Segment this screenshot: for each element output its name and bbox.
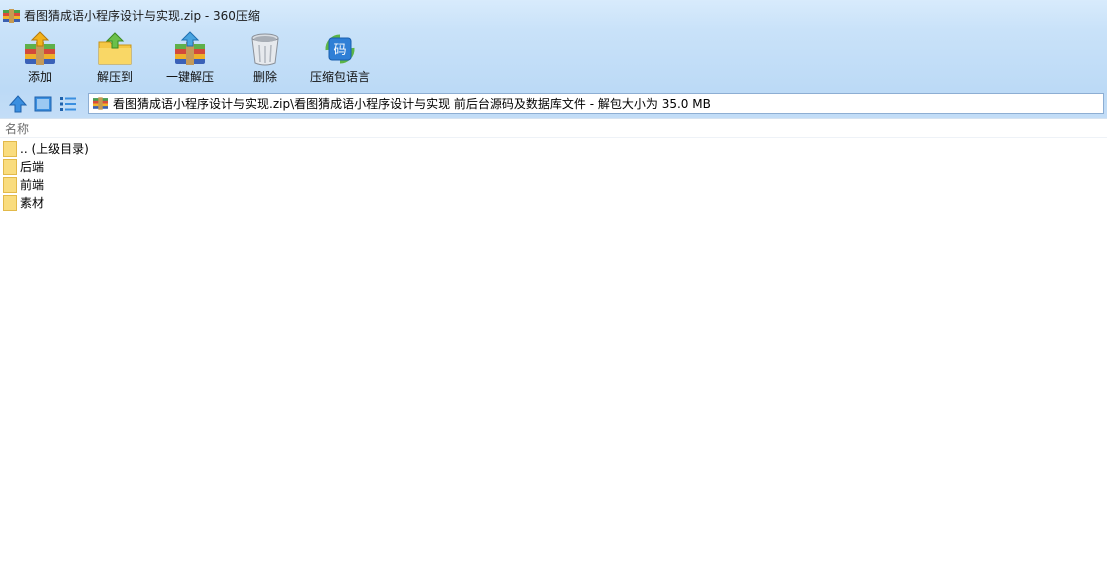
path-field[interactable]: 看图猜成语小程序设计与实现.zip\看图猜成语小程序设计与实现 前后台源码及数据… xyxy=(88,93,1104,114)
item-name: .. (上级目录) xyxy=(20,142,89,156)
one-click-extract-icon xyxy=(175,31,205,65)
folder-icon xyxy=(3,159,17,175)
item-name: 前端 xyxy=(20,178,45,192)
up-level-icon[interactable] xyxy=(8,94,28,114)
list-item[interactable]: 素材 xyxy=(0,194,400,212)
item-name: 后端 xyxy=(20,160,45,174)
trash-bin-icon xyxy=(251,33,279,66)
address-bar: 看图猜成语小程序设计与实现.zip\看图猜成语小程序设计与实现 前后台源码及数据… xyxy=(0,91,1107,117)
encoding-icon: 码 xyxy=(325,34,355,64)
column-header-name[interactable]: 名称 xyxy=(5,122,29,136)
archive-icon xyxy=(93,97,108,110)
extract-to-icon xyxy=(98,32,132,65)
window-chrome: 看图猜成语小程序设计与实现.zip - 360压缩 添加 解压到 一键解压 删除… xyxy=(0,0,1107,118)
current-path: 看图猜成语小程序设计与实现.zip\看图猜成语小程序设计与实现 前后台源码及数据… xyxy=(113,97,711,111)
title-bar: 看图猜成语小程序设计与实现.zip - 360压缩 xyxy=(0,0,1107,32)
archive-app-icon xyxy=(3,9,20,23)
add-button-label: 添加 xyxy=(27,70,52,84)
main-toolbar: 添加 解压到 一键解压 删除 码 压缩包语言 xyxy=(0,30,1107,88)
list-item[interactable]: .. (上级目录) xyxy=(0,140,400,158)
list-item[interactable]: 前端 xyxy=(0,176,400,194)
window-title: 看图猜成语小程序设计与实现.zip - 360压缩 xyxy=(24,9,260,23)
large-icon-view-icon[interactable] xyxy=(33,94,53,114)
file-list-header: 名称 xyxy=(0,118,1107,138)
delete-button-label: 删除 xyxy=(252,70,277,84)
folder-icon xyxy=(3,195,17,211)
detail-list-view-icon[interactable] xyxy=(58,94,78,114)
svg-text:码: 码 xyxy=(333,43,346,58)
archive-encoding-button-label: 压缩包语言 xyxy=(309,70,370,84)
app-window: 看图猜成语小程序设计与实现.zip - 360压缩 添加 解压到 一键解压 删除… xyxy=(0,0,1107,576)
one-click-extract-button-label: 一键解压 xyxy=(165,70,214,84)
extract-to-button-label: 解压到 xyxy=(96,70,133,84)
folder-icon xyxy=(3,141,17,157)
item-name: 素材 xyxy=(20,196,45,210)
list-item[interactable]: 后端 xyxy=(0,158,400,176)
add-archive-icon xyxy=(25,31,55,65)
folder-icon xyxy=(3,177,17,193)
